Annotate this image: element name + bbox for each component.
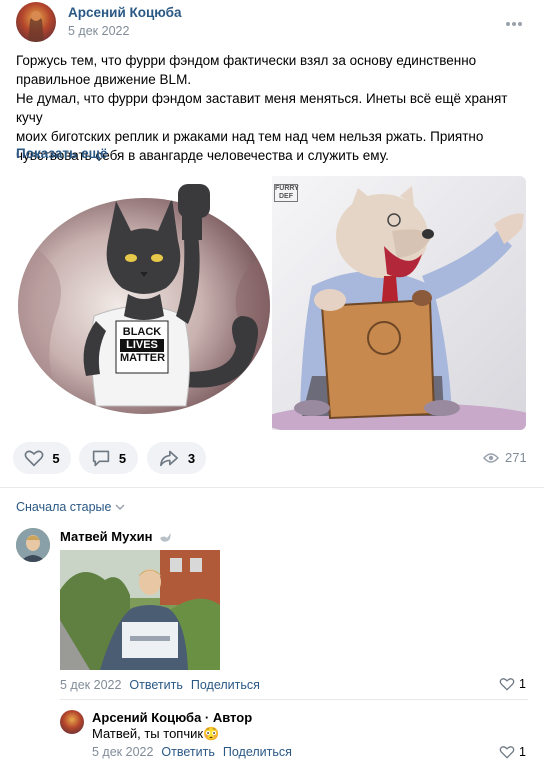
reply-reply-link[interactable]: Ответить <box>161 745 214 759</box>
views-counter: 271 <box>483 450 527 465</box>
shirt-text-line: LIVES <box>120 339 164 352</box>
reply-author-name[interactable]: Арсений Коцюба · Автор <box>92 710 252 725</box>
comment-separator <box>60 699 528 700</box>
reply-text: Матвей, ты топчик😳 <box>92 726 220 741</box>
shirt-text-line: BLACK <box>122 326 162 338</box>
share-button[interactable]: 3 <box>147 442 206 474</box>
bear-watermark: FURRY DEF <box>274 184 299 202</box>
comment-author-row: Матвей Мухин <box>60 529 173 544</box>
comment-like-count: 1 <box>519 677 526 691</box>
share-count: 3 <box>187 450 196 466</box>
dove-icon <box>159 532 171 542</box>
post-date[interactable]: 5 дек 2022 <box>68 24 129 38</box>
heart-icon <box>499 746 515 759</box>
shirt-text-line: MATTER <box>120 352 166 364</box>
reply-avatar[interactable] <box>60 710 84 734</box>
reply-share-link[interactable]: Поделиться <box>223 745 292 759</box>
chevron-down-icon <box>115 504 125 510</box>
post-separator <box>0 487 544 488</box>
heart-icon <box>24 450 44 467</box>
reply-like-count: 1 <box>519 745 526 759</box>
post-text-line: моих биготских реплик и ржаками над тем … <box>16 129 484 144</box>
reply-date[interactable]: 5 дек 2022 <box>92 745 153 759</box>
comment-date[interactable]: 5 дек 2022 <box>60 678 121 692</box>
comments-sort-toggle[interactable]: Сначала старые <box>16 500 125 514</box>
comment-count: 5 <box>118 450 127 466</box>
comment-footer: 5 дек 2022 Ответить Поделиться <box>60 678 260 692</box>
comment-icon <box>92 450 110 467</box>
reply-footer: 5 дек 2022 Ответить Поделиться <box>92 745 292 759</box>
comment-like-button[interactable]: 1 <box>499 677 526 691</box>
post-image-cat[interactable]: BLACK LIVES MATTER <box>16 176 272 430</box>
comment-button[interactable]: 5 <box>79 442 138 474</box>
post-author-avatar[interactable] <box>16 2 56 42</box>
heart-icon <box>499 678 515 691</box>
post-text-line: правильное движение BLM. <box>16 72 192 87</box>
like-count: 5 <box>52 450 60 466</box>
like-button[interactable]: 5 <box>13 442 71 474</box>
views-count: 271 <box>505 450 527 465</box>
share-icon <box>159 450 178 467</box>
comments-sort-label: Сначала старые <box>16 500 112 514</box>
reply-like-button[interactable]: 1 <box>499 745 526 759</box>
comment-author-name[interactable]: Матвей Мухин <box>60 529 153 544</box>
post-text-line: Не думал, что фурри фэндом заставит меня… <box>16 91 508 125</box>
show-more-link[interactable]: Показать ещё <box>16 146 108 161</box>
more-options-icon[interactable] <box>505 14 523 32</box>
post-text-line: Горжусь тем, что фурри фэндом фактически… <box>16 53 477 68</box>
post-author-name[interactable]: Арсений Коцюба <box>68 5 182 20</box>
comment-share-link[interactable]: Поделиться <box>191 678 260 692</box>
comment-reply-link[interactable]: Ответить <box>129 678 182 692</box>
comment-avatar[interactable] <box>16 528 50 562</box>
eye-icon <box>483 452 499 463</box>
comment-photo[interactable] <box>60 550 220 670</box>
post-image-bear[interactable]: FURRY DEF <box>272 176 526 430</box>
